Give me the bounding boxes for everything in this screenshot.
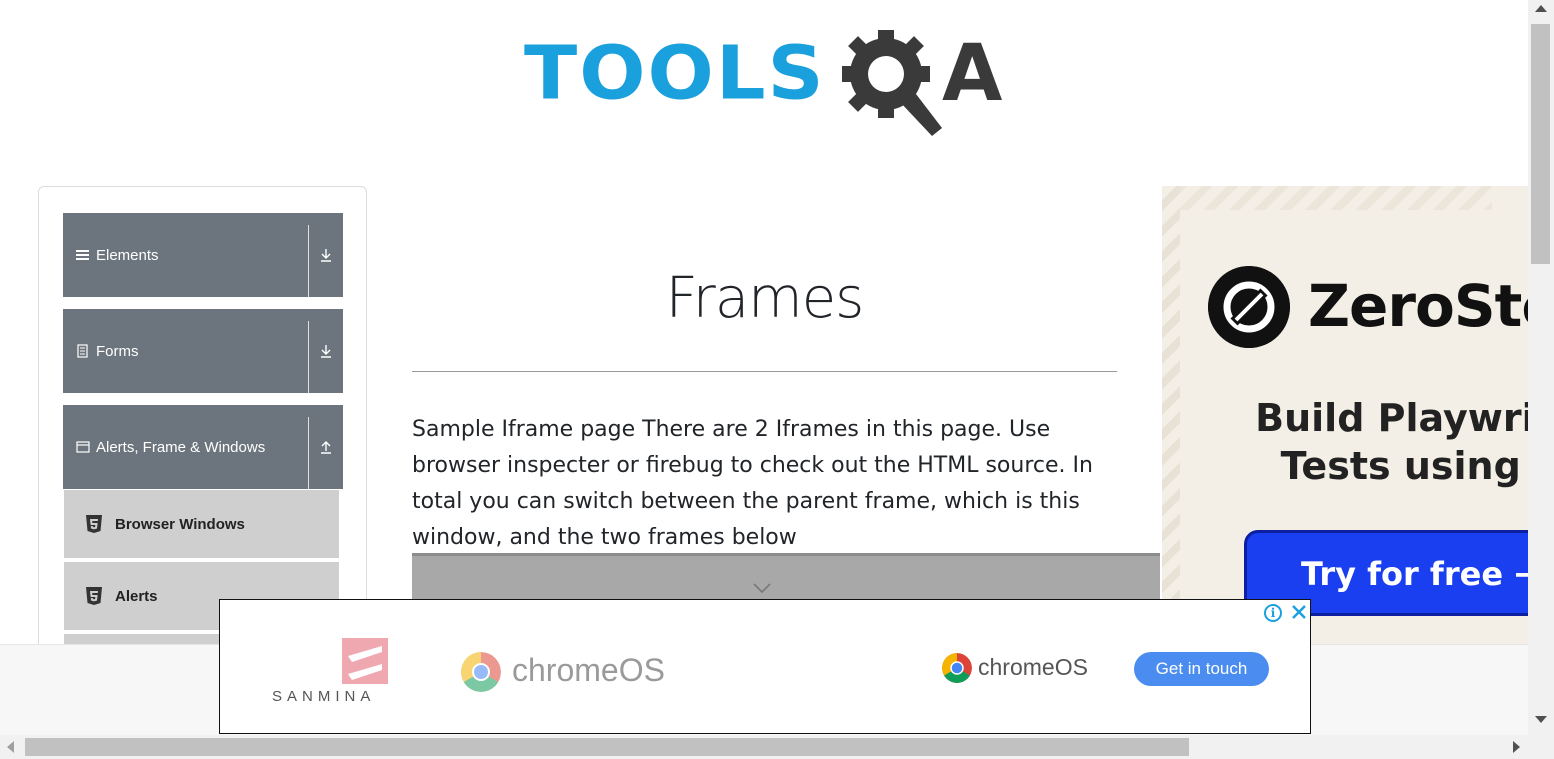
document-icon: [77, 344, 88, 358]
chrome-icon: [461, 652, 501, 692]
close-icon[interactable]: [1290, 603, 1308, 621]
chromeos-text: chromeOS: [978, 654, 1088, 680]
scroll-right-arrow-icon[interactable]: [1513, 741, 1520, 753]
sidebar-group-label: Alerts, Frame & Windows: [96, 438, 266, 456]
vertical-scroll-thumb[interactable]: [1531, 24, 1550, 264]
download-icon[interactable]: [319, 343, 333, 359]
ad-pattern: [1162, 186, 1492, 210]
chrome-icon: [942, 653, 972, 683]
title-divider: [412, 371, 1117, 372]
ad-headline-line-2: Tests using A: [1280, 444, 1528, 488]
vertical-scrollbar[interactable]: [1528, 0, 1554, 735]
toolsqa-logo[interactable]: TOOLS A: [524, 22, 1014, 138]
window-icon: [76, 441, 90, 453]
sanmina-logo-icon: [342, 638, 388, 684]
ad-headline-line-1: Build Playwrigh: [1255, 396, 1528, 440]
logo-a-text: A: [942, 29, 1003, 119]
sidebar-item-browser-windows[interactable]: Browser Windows: [64, 490, 339, 560]
chevron-down-icon[interactable]: [752, 582, 772, 594]
ad-headline: Build Playwrigh Tests using A: [1222, 394, 1528, 490]
upload-icon[interactable]: [319, 439, 333, 455]
frame-placeholder: [412, 553, 1160, 603]
horizontal-scroll-thumb[interactable]: [25, 738, 1189, 756]
sidebar-group-forms[interactable]: Forms: [63, 309, 343, 393]
scroll-left-arrow-icon[interactable]: [7, 741, 14, 753]
bottom-advertisement[interactable]: SANMINA chromeOS chromeOS Get in touch i: [219, 599, 1311, 734]
horizontal-scrollbar[interactable]: [0, 735, 1554, 759]
sidebar: Elements Forms Alerts, Frame & Windows B…: [38, 186, 367, 704]
ad-brand-name: ZeroSte: [1308, 272, 1528, 340]
page-description: Sample Iframe page There are 2 Iframes i…: [412, 417, 1093, 550]
ad-stripe: [1162, 186, 1180, 644]
hamburger-icon: [76, 250, 89, 260]
sidebar-item-label: Browser Windows: [115, 515, 245, 533]
get-in-touch-button[interactable]: Get in touch: [1134, 652, 1269, 686]
logo-tools-text: TOOLS: [524, 31, 826, 117]
zerostep-logo-icon: [1208, 266, 1290, 348]
info-icon[interactable]: i: [1264, 604, 1282, 622]
sanmina-text: SANMINA: [272, 688, 376, 705]
html5-icon: [86, 587, 102, 605]
divider: [308, 417, 309, 489]
sidebar-group-elements[interactable]: Elements: [63, 213, 343, 297]
download-icon[interactable]: [319, 247, 333, 263]
gear-magnifier-icon: [842, 30, 942, 136]
divider: [308, 225, 309, 297]
page-title: Frames: [665, 266, 865, 331]
sidebar-group-alerts-frame-windows[interactable]: Alerts, Frame & Windows: [63, 405, 343, 489]
html5-icon: [86, 515, 102, 533]
divider: [308, 321, 309, 393]
chromeos-text: chromeOS: [512, 652, 665, 688]
sidebar-item-label: Alerts: [115, 587, 158, 605]
scroll-up-arrow-icon[interactable]: [1535, 5, 1547, 12]
right-advertisement[interactable]: ZeroSte Build Playwrigh Tests using A Tr…: [1162, 186, 1528, 644]
sidebar-group-label: Forms: [96, 342, 139, 360]
sidebar-group-label: Elements: [96, 246, 159, 264]
scroll-down-arrow-icon[interactable]: [1535, 716, 1547, 723]
page: TOOLS A Elements Forms Alerts, Frame & W…: [0, 0, 1554, 759]
